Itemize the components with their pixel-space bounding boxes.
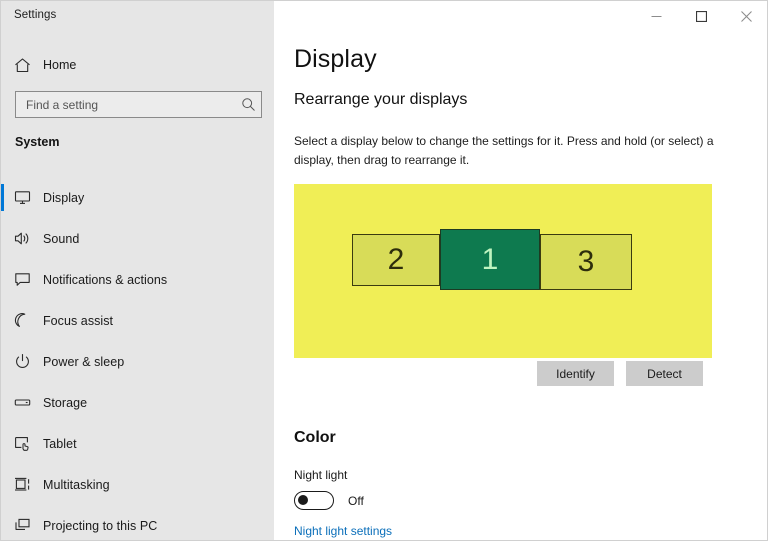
window-controls [634, 1, 767, 32]
sidebar-item-label: Storage [43, 395, 88, 410]
detect-button[interactable]: Detect [626, 361, 703, 386]
power-icon [1, 353, 43, 370]
sidebar-item-multitasking[interactable]: Multitasking [1, 464, 274, 505]
sidebar-item-label: Display [43, 190, 85, 205]
search-box[interactable] [15, 91, 262, 118]
display-arrangement-canvas[interactable]: 2 1 3 [294, 184, 712, 358]
home-icon [1, 57, 43, 74]
display-number: 3 [577, 245, 595, 278]
multitasking-icon [1, 476, 43, 493]
display-action-buttons: Identify Detect [537, 361, 703, 386]
sidebar-item-label: Focus assist [43, 313, 114, 328]
close-button[interactable] [724, 1, 767, 32]
display-number: 2 [387, 243, 405, 276]
sidebar-home-label: Home [43, 58, 77, 72]
display-block-3[interactable]: 3 [540, 234, 632, 290]
identify-button[interactable]: Identify [537, 361, 614, 386]
window-title: Settings [14, 9, 57, 21]
sidebar-item-storage[interactable]: Storage [1, 382, 274, 423]
page-title: Display [294, 45, 377, 73]
color-heading: Color [294, 429, 336, 446]
maximize-icon [696, 11, 707, 22]
sidebar-item-label: Power & sleep [43, 354, 125, 369]
sidebar-item-label: Tablet [43, 436, 77, 451]
night-light-toggle-row: Off [294, 491, 364, 510]
sidebar-item-power-sleep[interactable]: Power & sleep [1, 341, 274, 382]
rearrange-heading: Rearrange your displays [294, 91, 468, 108]
sidebar-nav-list: Display Sound Notifications & actions Fo… [1, 177, 274, 540]
projecting-icon [1, 517, 43, 534]
title-bar: Settings [1, 1, 767, 32]
night-light-label: Night light [294, 468, 348, 482]
drive-icon [1, 394, 43, 411]
sidebar-item-home[interactable]: Home [1, 51, 274, 79]
maximize-button[interactable] [679, 1, 724, 32]
sidebar-item-label: Multitasking [43, 477, 110, 492]
sidebar-item-label: Notifications & actions [43, 272, 168, 287]
minimize-icon [651, 16, 662, 17]
notification-icon [1, 271, 43, 288]
sidebar-item-sound[interactable]: Sound [1, 218, 274, 259]
sidebar-item-projecting[interactable]: Projecting to this PC [1, 505, 274, 540]
moon-icon [1, 312, 43, 329]
display-block-1[interactable]: 1 [440, 229, 540, 290]
minimize-button[interactable] [634, 1, 679, 32]
sidebar-item-notifications[interactable]: Notifications & actions [1, 259, 274, 300]
sidebar-group-header: System [15, 135, 60, 149]
selection-indicator [1, 184, 4, 211]
sidebar-item-label: Sound [43, 231, 80, 246]
sidebar-item-label: Projecting to this PC [43, 518, 158, 533]
sidebar-item-display[interactable]: Display [1, 177, 274, 218]
display-block-2[interactable]: 2 [352, 234, 440, 286]
search-icon[interactable] [235, 97, 261, 112]
night-light-settings-link[interactable]: Night light settings [294, 524, 392, 538]
night-light-toggle[interactable] [294, 491, 334, 510]
monitor-icon [1, 189, 43, 206]
rearrange-description: Select a display below to change the set… [294, 134, 714, 167]
sidebar-item-tablet[interactable]: Tablet [1, 423, 274, 464]
sidebar-item-focus-assist[interactable]: Focus assist [1, 300, 274, 341]
tablet-icon [1, 435, 43, 452]
speaker-icon [1, 230, 43, 247]
main-content: Display Rearrange your displays Select a… [274, 1, 767, 540]
search-input[interactable] [16, 92, 235, 117]
night-light-state: Off [348, 493, 364, 508]
display-number: 1 [481, 242, 499, 276]
settings-window: Settings Home Find a setting System Disp… [0, 0, 768, 541]
toggle-knob [298, 495, 308, 505]
sidebar: Home System [1, 1, 274, 540]
close-icon [741, 11, 752, 22]
